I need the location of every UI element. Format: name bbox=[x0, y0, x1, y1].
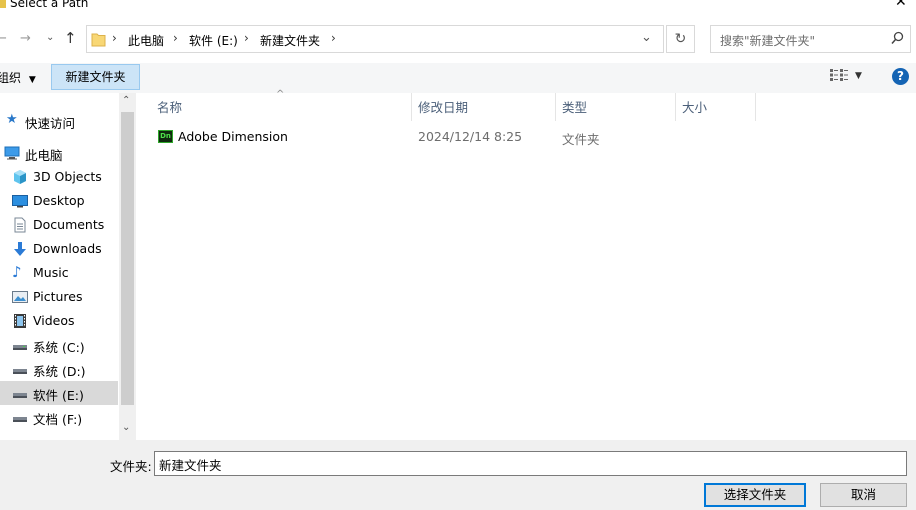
sidebar-item-label: 文档 (F:) bbox=[33, 412, 83, 427]
drive-icon bbox=[12, 409, 28, 425]
address-bar[interactable]: › 此电脑 › 软件 (E:) › 新建文件夹 › ⌄ bbox=[86, 25, 664, 53]
sidebar-item-label: 系统 (C:) bbox=[33, 340, 85, 355]
desktop-icon bbox=[12, 193, 28, 209]
select-folder-button[interactable]: 选择文件夹 bbox=[704, 483, 806, 507]
cube-icon bbox=[12, 169, 28, 185]
search-placeholder: 搜索"新建文件夹" bbox=[720, 34, 816, 48]
window-title: Select a Path bbox=[10, 0, 89, 10]
sidebar-item-videos[interactable]: Videos bbox=[0, 309, 118, 333]
cancel-button[interactable]: 取消 bbox=[820, 483, 907, 507]
folder-name-input[interactable]: 新建文件夹 bbox=[154, 451, 907, 476]
chevron-down-icon[interactable]: ⌄ bbox=[46, 32, 54, 43]
sidebar-item-drive-f[interactable]: 文档 (F:) bbox=[0, 405, 118, 429]
column-header-size[interactable]: 大小 bbox=[682, 97, 707, 116]
document-icon bbox=[12, 217, 28, 233]
filename-label: 文件夹: bbox=[110, 459, 152, 474]
sidebar-item-music[interactable]: ♪ Music bbox=[0, 261, 118, 285]
sidebar-item-label: 系统 (D:) bbox=[33, 364, 86, 379]
help-icon[interactable]: ? bbox=[892, 68, 909, 85]
chevron-down-icon[interactable]: ⌄ bbox=[641, 30, 652, 45]
chevron-right-icon[interactable]: › bbox=[244, 31, 249, 45]
sidebar-item-label: 3D Objects bbox=[33, 169, 102, 184]
refresh-icon: ↻ bbox=[674, 31, 687, 47]
column-divider[interactable] bbox=[555, 93, 556, 121]
sidebar-item-desktop[interactable]: Desktop bbox=[0, 189, 118, 213]
breadcrumb-drive-e[interactable]: 软件 (E:) bbox=[189, 32, 238, 49]
organize-menu[interactable]: 组织 ▼ bbox=[0, 69, 36, 86]
film-icon bbox=[12, 313, 28, 329]
caret-down-icon: ▼ bbox=[28, 75, 36, 85]
column-divider[interactable] bbox=[755, 93, 756, 121]
drive-icon bbox=[12, 361, 28, 377]
music-note-icon: ♪ bbox=[12, 263, 22, 281]
star-icon: ★ bbox=[6, 112, 18, 127]
navigation-pane: ★ 快速访问 此电脑 3D Objects Desktop Documents … bbox=[0, 93, 136, 440]
sidebar-item-label: Pictures bbox=[33, 289, 83, 304]
sidebar-item-label: Videos bbox=[33, 313, 75, 328]
column-divider[interactable] bbox=[675, 93, 676, 121]
sidebar-item-label: Music bbox=[33, 265, 69, 280]
sidebar-item-label: Desktop bbox=[33, 193, 85, 208]
chevron-right-icon[interactable]: › bbox=[331, 31, 336, 45]
file-type: 文件夹 bbox=[562, 132, 600, 147]
view-options-icon[interactable] bbox=[830, 69, 848, 84]
adobe-dimension-icon: Dn bbox=[158, 130, 173, 143]
sidebar-item-label: 快速访问 bbox=[25, 116, 76, 131]
arrow-right-icon[interactable]: → bbox=[20, 31, 31, 46]
search-input[interactable]: 搜索"新建文件夹" bbox=[710, 25, 911, 53]
sidebar-item-3d-objects[interactable]: 3D Objects bbox=[0, 165, 118, 189]
folder-icon bbox=[91, 31, 106, 47]
sort-ascending-icon: ^ bbox=[276, 89, 285, 100]
column-header-name[interactable]: 名称 bbox=[157, 97, 182, 116]
arrow-left-icon[interactable]: ← bbox=[0, 31, 7, 46]
scroll-down-icon[interactable]: ⌄ bbox=[122, 422, 130, 433]
breadcrumb-this-pc[interactable]: 此电脑 bbox=[128, 32, 164, 49]
sidebar-item-label: 软件 (E:) bbox=[33, 388, 84, 403]
file-date: 2024/12/14 8:25 bbox=[418, 129, 523, 144]
caret-down-icon[interactable]: ▼ bbox=[855, 71, 862, 81]
sidebar-item-label: Documents bbox=[33, 217, 105, 232]
sidebar-item-label: 此电脑 bbox=[25, 148, 63, 163]
organize-label: 组织 bbox=[0, 71, 22, 85]
file-name[interactable]: Adobe Dimension bbox=[178, 129, 288, 144]
search-icon[interactable] bbox=[891, 31, 904, 48]
picture-icon bbox=[12, 289, 28, 305]
refresh-button[interactable]: ↻ bbox=[666, 25, 695, 53]
close-icon[interactable]: ✕ bbox=[895, 0, 907, 10]
chevron-right-icon[interactable]: › bbox=[173, 31, 178, 45]
chevron-right-icon[interactable]: › bbox=[112, 31, 117, 45]
title-bar bbox=[0, 0, 916, 14]
column-header-type[interactable]: 类型 bbox=[562, 97, 587, 116]
column-divider[interactable] bbox=[411, 93, 412, 121]
scrollbar-thumb[interactable] bbox=[121, 112, 134, 405]
scroll-up-icon[interactable]: ⌃ bbox=[122, 95, 130, 106]
drive-icon bbox=[12, 385, 28, 401]
arrow-up-icon[interactable]: ↑ bbox=[64, 29, 77, 47]
drive-icon bbox=[12, 337, 28, 353]
sidebar-item-drive-c[interactable]: 系统 (C:) bbox=[0, 333, 118, 357]
sidebar-item-this-pc[interactable]: 此电脑 bbox=[0, 141, 118, 165]
sidebar-item-pictures[interactable]: Pictures bbox=[0, 285, 118, 309]
sidebar-item-drive-d[interactable]: 系统 (D:) bbox=[0, 357, 118, 381]
computer-icon bbox=[4, 145, 20, 161]
app-icon bbox=[0, 0, 6, 8]
sidebar-item-quick-access[interactable]: ★ 快速访问 bbox=[0, 109, 118, 133]
download-icon bbox=[12, 241, 28, 257]
sidebar-item-label: Downloads bbox=[33, 241, 102, 256]
new-folder-button[interactable]: 新建文件夹 bbox=[51, 64, 140, 90]
sidebar-item-downloads[interactable]: Downloads bbox=[0, 237, 118, 261]
breadcrumb-new-folder[interactable]: 新建文件夹 bbox=[260, 32, 320, 49]
column-header-date[interactable]: 修改日期 bbox=[418, 97, 468, 116]
sidebar-item-drive-e[interactable]: 软件 (E:) bbox=[0, 381, 118, 405]
sidebar-item-documents[interactable]: Documents bbox=[0, 213, 118, 237]
